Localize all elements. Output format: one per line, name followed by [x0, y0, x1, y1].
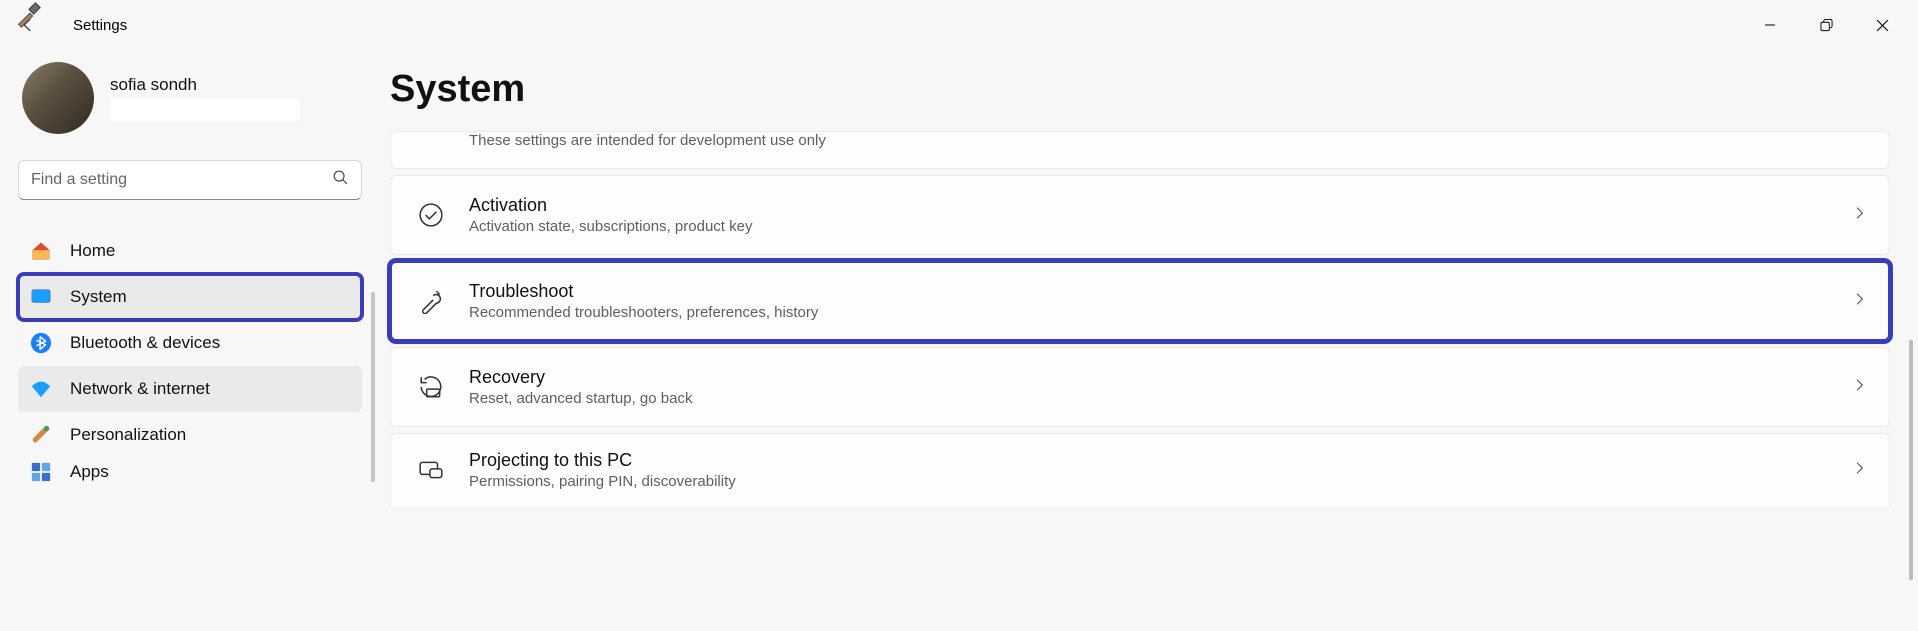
profile-name: sofia sondh — [110, 75, 300, 95]
app-title: Settings — [73, 17, 127, 34]
card-projecting[interactable]: Projecting to this PC Permissions, pairi… — [390, 433, 1890, 506]
content-scrollbar-track[interactable] — [1906, 120, 1916, 627]
system-icon — [30, 286, 52, 308]
wrench-icon — [413, 283, 449, 319]
card-title: Troubleshoot — [469, 281, 1851, 302]
close-button[interactable] — [1854, 5, 1910, 45]
page-title: System — [390, 68, 1890, 111]
chevron-right-icon — [1851, 377, 1867, 398]
card-sub: Permissions, pairing PIN, discoverabilit… — [469, 473, 1851, 490]
sidebar-item-personalization[interactable]: Personalization — [18, 412, 362, 458]
card-sub: Recommended troubleshooters, preferences… — [469, 304, 1851, 321]
card-sub: Reset, advanced startup, go back — [469, 390, 1851, 407]
sidebar-item-label: Bluetooth & devices — [70, 333, 220, 353]
sidebar-scrollbar[interactable] — [371, 292, 375, 482]
apps-icon — [30, 461, 52, 483]
profile-section[interactable]: sofia sondh — [18, 62, 362, 134]
profile-email-placeholder — [110, 99, 300, 121]
sidebar-item-label: Home — [70, 241, 115, 261]
minimize-button[interactable] — [1742, 5, 1798, 45]
avatar — [22, 62, 94, 134]
card-title: Recovery — [469, 367, 1851, 388]
projecting-icon — [413, 452, 449, 488]
sidebar-item-label: Network & internet — [70, 379, 210, 399]
card-recovery[interactable]: Recovery Reset, advanced startup, go bac… — [390, 347, 1890, 427]
card-sub: Activation state, subscriptions, product… — [469, 218, 1851, 235]
chevron-right-icon — [1851, 205, 1867, 226]
sidebar-item-bluetooth[interactable]: Bluetooth & devices — [18, 320, 362, 366]
card-title: Projecting to this PC — [469, 450, 1851, 471]
chevron-right-icon — [1851, 460, 1867, 481]
card-developer[interactable]: These settings are intended for developm… — [390, 131, 1890, 169]
brush-icon — [30, 424, 52, 446]
card-title: Activation — [469, 195, 1851, 216]
card-activation[interactable]: Activation Activation state, subscriptio… — [390, 175, 1890, 255]
sidebar-item-network[interactable]: Network & internet — [18, 366, 362, 412]
content-scrollbar-thumb[interactable] — [1909, 340, 1913, 580]
recovery-icon — [413, 369, 449, 405]
search-box[interactable] — [18, 160, 362, 200]
bluetooth-icon — [30, 332, 52, 354]
home-icon — [30, 240, 52, 262]
maximize-button[interactable] — [1798, 5, 1854, 45]
card-troubleshoot[interactable]: Troubleshoot Recommended troubleshooters… — [390, 261, 1890, 341]
sidebar-item-system[interactable]: System — [18, 274, 362, 320]
sidebar-item-label: Personalization — [70, 425, 186, 445]
search-input[interactable] — [31, 171, 332, 189]
hammer-icon — [13, 0, 43, 30]
card-sub: These settings are intended for developm… — [469, 132, 1867, 149]
sidebar-item-label: System — [70, 287, 127, 307]
sidebar-item-label: Apps — [70, 462, 109, 482]
wifi-icon — [30, 378, 52, 400]
check-circle-icon — [413, 197, 449, 233]
chevron-right-icon — [1851, 291, 1867, 312]
back-button[interactable] — [8, 5, 48, 45]
search-icon — [332, 169, 349, 191]
sidebar-item-apps[interactable]: Apps — [18, 458, 362, 486]
sidebar-item-home[interactable]: Home — [18, 228, 362, 274]
